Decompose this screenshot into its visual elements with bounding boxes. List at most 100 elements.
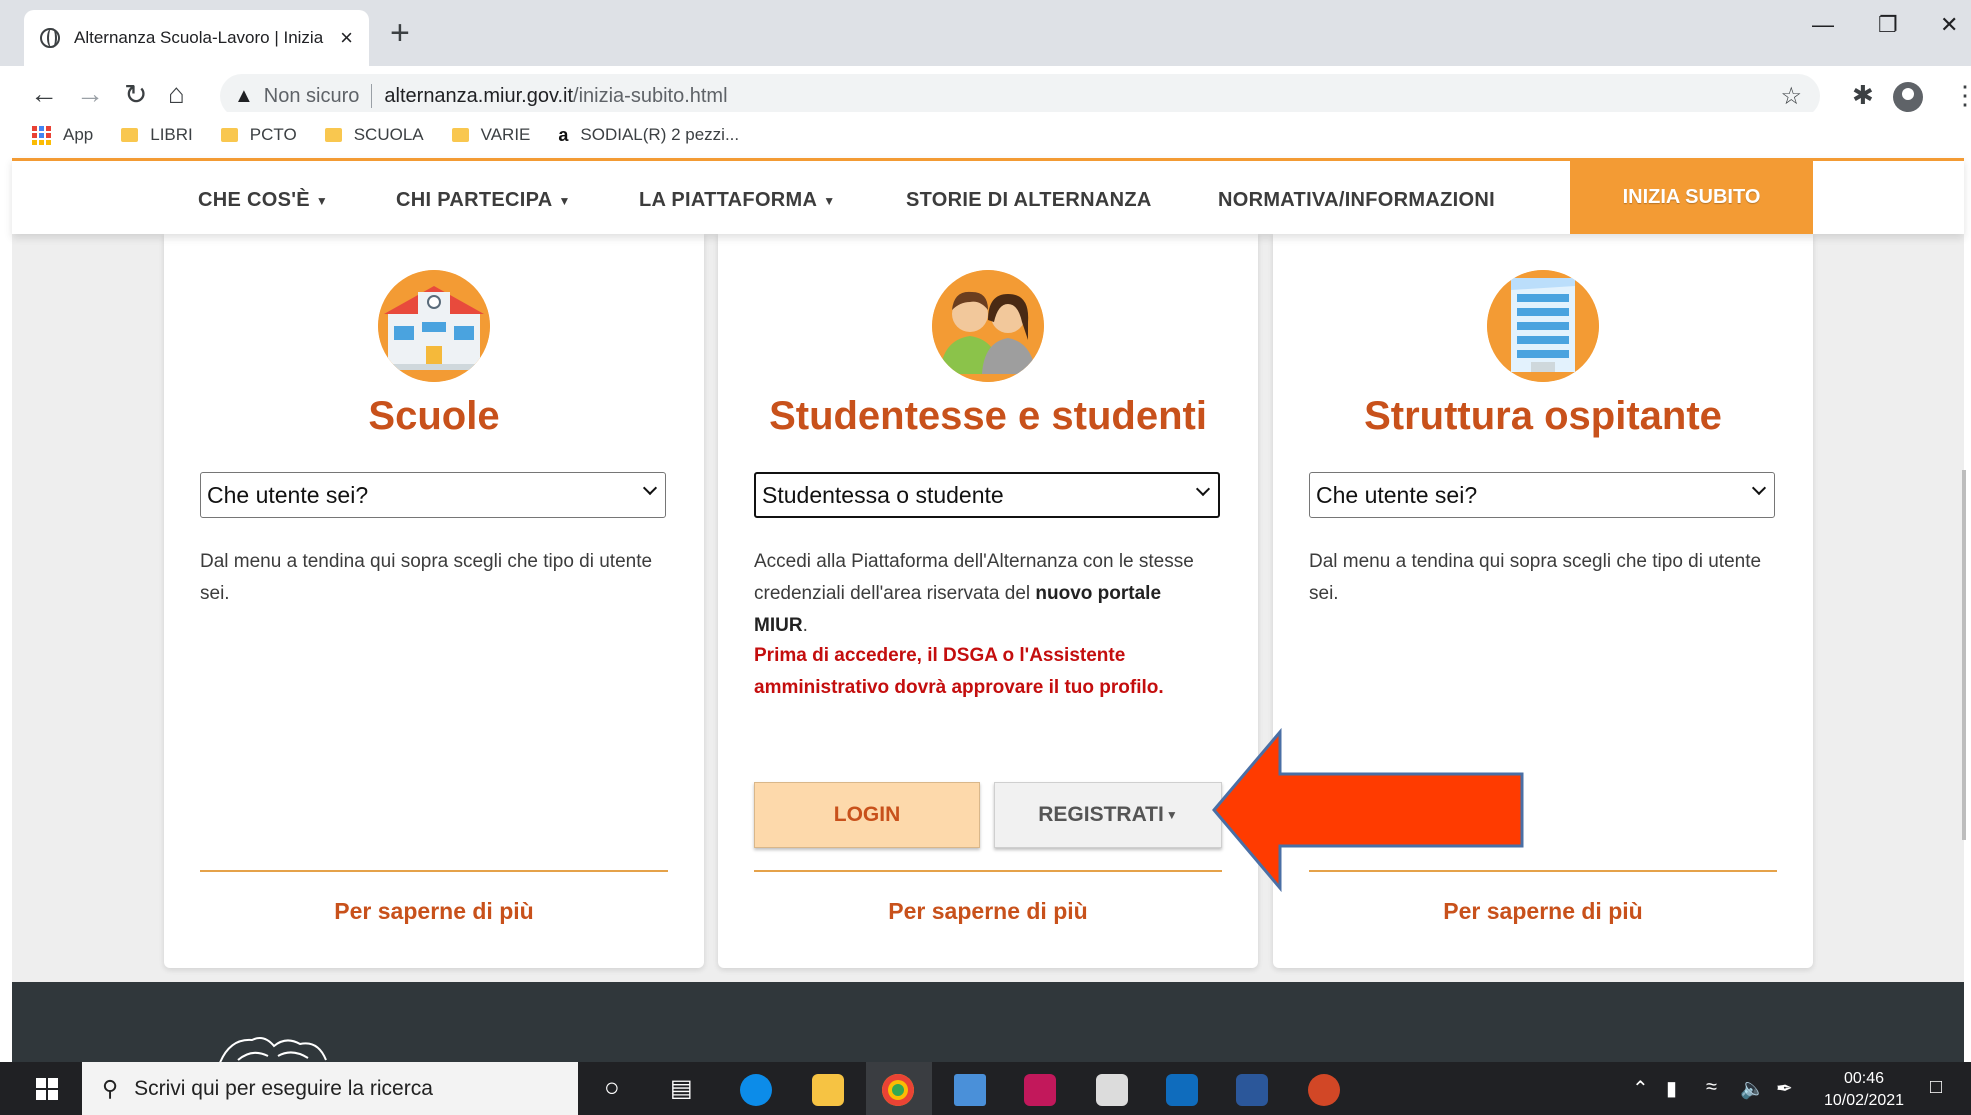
security-status: Non sicuro xyxy=(263,84,360,107)
close-window-icon[interactable]: ✕ xyxy=(1940,12,1958,38)
pen-icon[interactable]: ✒ xyxy=(1776,1076,1793,1101)
new-tab-button[interactable]: + xyxy=(390,14,410,53)
chevron-down-icon xyxy=(642,480,658,496)
media-app-icon[interactable] xyxy=(1024,1074,1056,1106)
student-type-select[interactable]: Studentessa o studente xyxy=(754,472,1220,518)
host-type-select[interactable]: Che utente sei? xyxy=(1309,472,1775,518)
nav-la-piattaforma[interactable]: LA PIATTAFORMA ▼ xyxy=(639,189,835,212)
notepad-app-icon[interactable] xyxy=(1096,1074,1128,1106)
windows-taskbar: ⚲ Scrivi qui per eseguire la ricerca ○ ▤… xyxy=(0,1062,1971,1115)
description-end: . xyxy=(802,615,808,636)
clock-date: 10/02/2021 xyxy=(1823,1092,1905,1109)
bookmark-label: SODIAL(R) 2 pezzi... xyxy=(580,125,740,144)
caret-down-icon: ▼ xyxy=(315,193,329,208)
browser-tab-strip: Alternanza Scuola-Lavoro | Inizia × + — … xyxy=(0,0,1971,66)
folder-icon xyxy=(451,128,469,142)
card-description: Dal menu a tendina qui sopra scegli che … xyxy=(200,551,653,604)
volume-icon[interactable]: 🔈 xyxy=(1740,1076,1765,1101)
bookmark-pcto[interactable]: PCTO xyxy=(220,125,297,145)
laptop-app-icon[interactable] xyxy=(954,1074,986,1106)
search-placeholder: Scrivi qui per eseguire la ricerca xyxy=(134,1076,433,1100)
learn-more-link[interactable]: Per saperne di più xyxy=(164,898,704,925)
card-description: Dal menu a tendina qui sopra scegli che … xyxy=(1309,551,1762,604)
globe-icon xyxy=(40,28,60,48)
card-studenti: Studentesse e studenti Studentessa o stu… xyxy=(718,234,1258,968)
students-icon xyxy=(932,270,1044,382)
tab-close-button[interactable]: × xyxy=(340,25,353,51)
bookmark-label: LIBRI xyxy=(150,125,193,144)
browser-tab[interactable]: Alternanza Scuola-Lavoro | Inizia × xyxy=(24,10,369,66)
reload-icon[interactable]: ↻ xyxy=(124,78,147,111)
powerpoint-icon[interactable] xyxy=(1308,1074,1340,1106)
bookmark-sodial[interactable]: a SODIAL(R) 2 pezzi... xyxy=(558,125,739,146)
url-separator xyxy=(371,84,373,108)
bookmark-scuola[interactable]: SCUOLA xyxy=(324,125,424,145)
nav-label: NORMATIVA/INFORMAZIONI xyxy=(1218,189,1495,211)
bookmark-apps[interactable]: App xyxy=(32,125,93,145)
bookmark-label: SCUOLA xyxy=(353,125,424,144)
nav-chi-partecipa[interactable]: CHI PARTECIPA ▼ xyxy=(396,189,571,212)
edge-icon[interactable] xyxy=(740,1074,772,1106)
system-clock[interactable]: 00:46 10/02/2021 xyxy=(1804,1068,1924,1112)
register-label: REGISTRATI xyxy=(1038,803,1164,826)
cortana-icon[interactable]: ○ xyxy=(604,1072,620,1103)
bookmark-libri[interactable]: LIBRI xyxy=(121,125,193,145)
windows-start-icon[interactable] xyxy=(36,1078,58,1100)
extensions-icon[interactable]: ✱ xyxy=(1852,80,1874,111)
restore-icon[interactable]: ❐ xyxy=(1878,12,1898,38)
learn-more-link[interactable]: Per saperne di più xyxy=(718,898,1258,925)
amazon-icon: a xyxy=(558,124,569,145)
tray-chevron-icon[interactable]: ⌃ xyxy=(1632,1076,1649,1101)
bookmark-star-icon[interactable]: ☆ xyxy=(1780,82,1802,111)
caret-down-icon: ▼ xyxy=(558,193,571,208)
wifi-icon[interactable]: ≈ xyxy=(1706,1076,1717,1099)
card-divider xyxy=(200,870,668,872)
bookmark-label: PCTO xyxy=(249,125,297,144)
login-button[interactable]: LOGIN xyxy=(754,782,980,848)
red-arrow-annotation xyxy=(1212,728,1524,892)
nav-storie[interactable]: STORIE DI ALTERNANZA xyxy=(906,189,1152,212)
card-title: Struttura ospitante xyxy=(1364,394,1722,438)
minimize-icon[interactable]: — xyxy=(1812,12,1834,38)
register-button[interactable]: REGISTRATI ▼ xyxy=(994,782,1222,848)
select-value: Che utente sei? xyxy=(1316,481,1478,508)
battery-icon[interactable]: ▮ xyxy=(1666,1076,1677,1101)
folder-icon xyxy=(220,128,238,142)
building-icon xyxy=(1487,270,1599,382)
bookmark-varie[interactable]: VARIE xyxy=(451,125,531,145)
approval-warning: Prima di accedere, il DSGA o l'Assistent… xyxy=(754,645,1164,698)
bookmark-label: VARIE xyxy=(480,125,531,144)
forward-icon[interactable]: → xyxy=(76,78,104,110)
emblem-logo xyxy=(219,1037,327,1062)
nav-label: CHI PARTECIPA xyxy=(396,189,553,211)
notifications-icon[interactable]: □ xyxy=(1930,1076,1942,1099)
nav-normativa[interactable]: NORMATIVA/INFORMAZIONI xyxy=(1218,189,1495,212)
chrome-icon[interactable] xyxy=(882,1074,914,1106)
caret-down-icon: ▼ xyxy=(823,193,836,208)
select-value: Studentessa o studente xyxy=(762,481,1004,508)
learn-more-link[interactable]: Per saperne di più xyxy=(1273,898,1813,925)
clock-time: 00:46 xyxy=(1843,1070,1885,1087)
apps-grid-icon xyxy=(32,125,51,145)
outlook-icon[interactable] xyxy=(1166,1074,1198,1106)
nav-label: STORIE DI ALTERNANZA xyxy=(906,189,1152,211)
home-icon[interactable]: ⌂ xyxy=(168,78,185,110)
select-value: Che utente sei? xyxy=(207,481,369,508)
profile-avatar[interactable] xyxy=(1893,82,1923,112)
card-title: Studentesse e studenti xyxy=(769,394,1207,438)
folder-icon xyxy=(324,128,342,142)
file-explorer-icon[interactable] xyxy=(812,1074,844,1106)
nav-inizia-subito[interactable]: INIZIA SUBITO xyxy=(1570,161,1813,234)
page-scrollbar[interactable] xyxy=(1962,470,1966,840)
taskbar-search[interactable]: ⚲ Scrivi qui per eseguire la ricerca xyxy=(82,1062,578,1115)
back-icon[interactable]: ← xyxy=(30,78,58,110)
card-scuole: Scuole Che utente sei? Dal menu a tendin… xyxy=(164,234,704,968)
word-icon[interactable] xyxy=(1236,1074,1268,1106)
search-icon: ⚲ xyxy=(102,1075,119,1101)
url-host: alternanza.miur.gov.it xyxy=(384,84,574,107)
card-description: Accedi alla Piattaforma dell'Alternanza … xyxy=(754,546,1220,642)
task-view-icon[interactable]: ▤ xyxy=(670,1074,693,1103)
user-type-select[interactable]: Che utente sei? xyxy=(200,472,666,518)
menu-kebab-icon[interactable]: ⋮ xyxy=(1952,80,1971,111)
nav-che-cose[interactable]: CHE COS'È ▼ xyxy=(198,189,328,212)
